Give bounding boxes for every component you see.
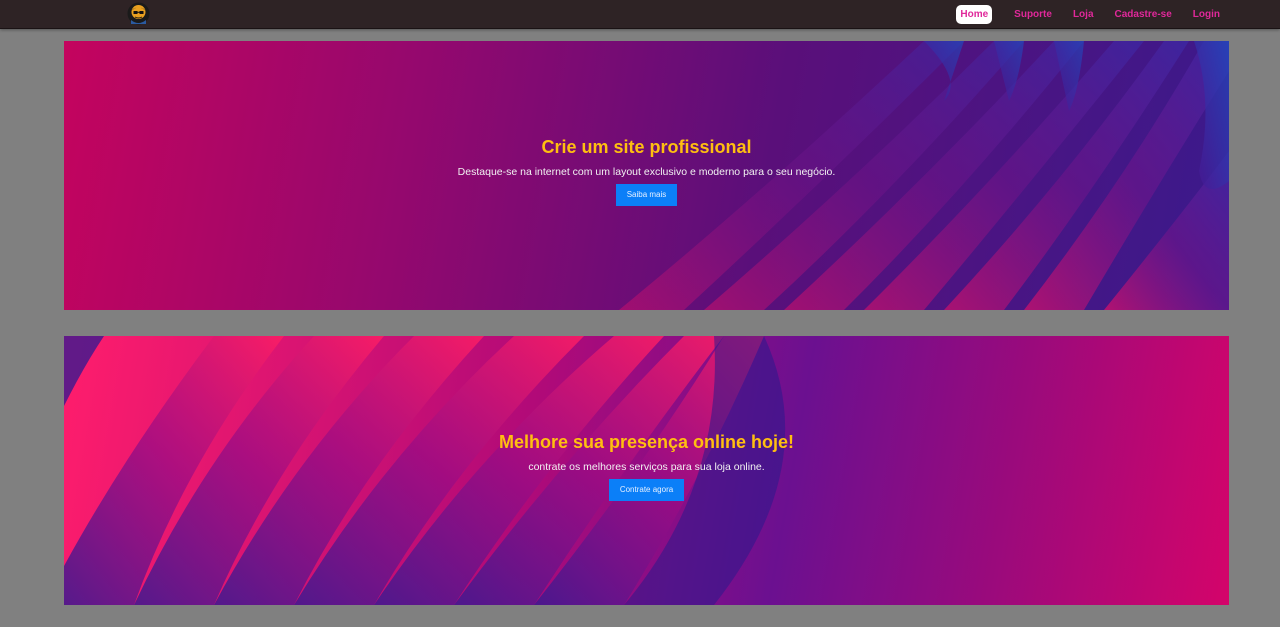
- contrate-agora-button[interactable]: Contrate agora: [608, 479, 685, 501]
- navbar: Home Suporte Loja Cadastre-se Login: [0, 0, 1280, 29]
- nav-link-cadastre-se[interactable]: Cadastre-se: [1105, 5, 1182, 24]
- nav-link-suporte[interactable]: Suporte: [1004, 5, 1062, 24]
- hero-banner-site: Crie um site profissional Destaque-se na…: [64, 41, 1229, 310]
- banner-title: Crie um site profissional: [541, 137, 752, 157]
- nav-link-home[interactable]: Home: [956, 4, 993, 24]
- banner-title: Melhore sua presença online hoje!: [498, 432, 795, 452]
- logo-icon[interactable]: [127, 2, 150, 25]
- nav-link-login[interactable]: Login: [1183, 5, 1230, 24]
- nav-menu: Home Suporte Loja Cadastre-se Login: [955, 4, 1230, 24]
- banner-content: Crie um site profissional Destaque-se na…: [64, 137, 1229, 206]
- hero-banner-presenca: Melhore sua presença online hoje! contra…: [64, 336, 1229, 605]
- banner-content: Melhore sua presença online hoje! contra…: [64, 432, 1229, 501]
- nav-link-loja[interactable]: Loja: [1063, 5, 1104, 24]
- banner-description: Destaque-se na internet com um layout ex…: [457, 166, 836, 178]
- saiba-mais-button[interactable]: Saiba mais: [615, 184, 678, 206]
- banner-description: contrate os melhores serviços para sua l…: [528, 461, 765, 473]
